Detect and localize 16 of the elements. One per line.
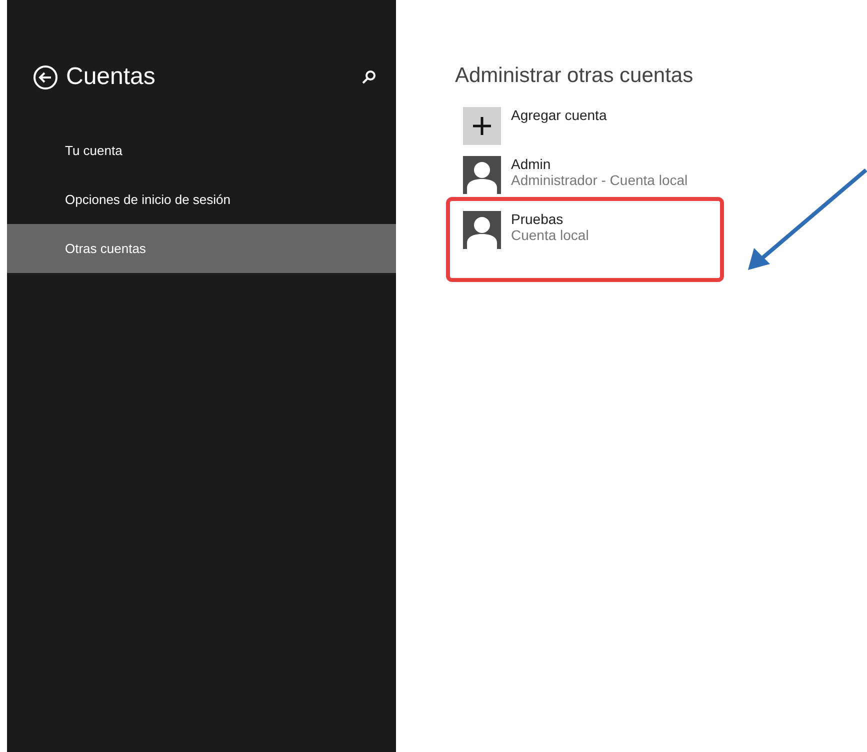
page-heading: Administrar otras cuentas (455, 64, 694, 88)
account-row[interactable]: Admin Administrador - Cuenta local (455, 156, 695, 205)
account-row[interactable]: Agregar cuenta (455, 107, 695, 156)
sidebar-title: Cuentas (66, 63, 156, 91)
account-name: Admin (511, 156, 552, 172)
search-icon[interactable] (362, 70, 376, 84)
user-avatar-icon (463, 156, 501, 194)
account-name: Pruebas (511, 211, 564, 227)
sidebar-item[interactable]: Otras cuentas (7, 224, 396, 273)
account-type: Administrador - Cuenta local (511, 172, 688, 188)
account-name: Agregar cuenta (511, 107, 607, 123)
sidebar-item[interactable]: Opciones de inicio de sesión (7, 175, 396, 224)
account-type: Cuenta local (511, 227, 589, 243)
user-avatar-icon (463, 211, 501, 249)
sidebar-item[interactable]: Tu cuenta (7, 126, 396, 175)
plus-icon[interactable] (463, 107, 501, 145)
